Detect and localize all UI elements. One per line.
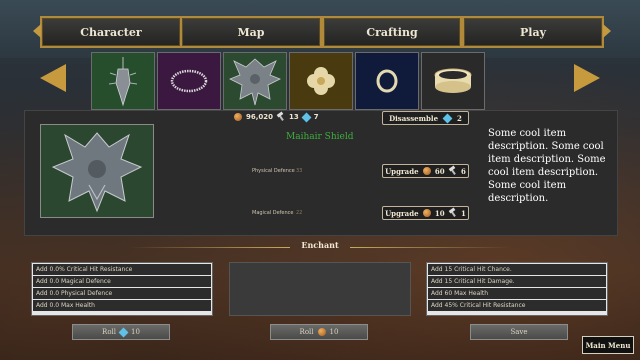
item-slot-amulet[interactable] — [91, 52, 155, 110]
gem-icon — [442, 113, 453, 123]
previous-items-arrow[interactable] — [40, 64, 66, 92]
upgrade-gold-cost: 10 — [434, 208, 445, 218]
list-item[interactable]: Add 45% Critical Hit Resistance — [428, 300, 606, 311]
resource-bar: 96,020 13 7 — [234, 112, 319, 122]
bead-necklace-icon — [170, 69, 208, 93]
tab-ornament-icon — [33, 24, 41, 38]
physical-defence-value: 33 — [296, 168, 303, 174]
list-item[interactable]: Add 15 Critical Hit Chance. — [428, 264, 606, 275]
next-items-arrow[interactable] — [574, 64, 600, 92]
upgrade-magical-button[interactable]: Upgrade 10 1 — [382, 206, 469, 220]
list-item[interactable]: Add 0.0 Magical Defence — [33, 276, 211, 287]
main-menu-button[interactable]: Main Menu — [582, 336, 634, 354]
item-preview-image — [40, 124, 154, 218]
item-slot-bracelet[interactable] — [421, 52, 485, 110]
upgrade-hammer-cost: 1 — [460, 208, 466, 218]
roll-gem-button[interactable]: Roll 10 — [72, 324, 170, 340]
tab-crafting-label: Crafting — [366, 25, 418, 39]
list-item[interactable]: Add 0.0 Max Health — [33, 300, 211, 311]
dragon-shield-icon — [51, 132, 143, 213]
gold-coin-icon — [317, 328, 326, 336]
list-item[interactable]: Add 0.0 Physical Defence — [33, 288, 211, 299]
new-enchant-list: Add 15 Critical Hit Chance. Add 15 Criti… — [426, 262, 608, 316]
gem-icon — [301, 112, 312, 122]
gold-flower-icon — [307, 67, 335, 95]
upgrade-label: Upgrade — [385, 208, 419, 218]
tab-map[interactable]: Map — [180, 16, 322, 48]
list-item[interactable]: Add 0.0% Critical Hit Resistance — [33, 264, 211, 275]
save-button[interactable]: Save — [470, 324, 568, 340]
gold-ring-icon — [376, 69, 398, 93]
disassemble-gem-cost: 2 — [457, 113, 462, 123]
roll-gold-cost: 10 — [329, 328, 339, 336]
save-label: Save — [510, 328, 528, 336]
gold-amount: 96,020 — [246, 113, 274, 121]
item-name: Maihair Shield — [286, 132, 354, 142]
hammer-icon — [449, 167, 457, 175]
upgrade-gold-cost: 60 — [434, 166, 445, 176]
roll-label: Roll — [299, 328, 314, 336]
item-description: Some cool item description. Some cool it… — [488, 128, 606, 204]
gold-bracelet-icon — [434, 68, 472, 93]
tab-play[interactable]: Play — [462, 16, 611, 48]
gold-coin-icon — [422, 167, 431, 175]
item-slot-flower[interactable] — [289, 52, 353, 110]
upgrade-label: Upgrade — [385, 166, 419, 176]
gold-coin-icon — [234, 113, 242, 121]
list-item[interactable]: Add 60 Max Health — [428, 288, 606, 299]
upgrade-physical-button[interactable]: Upgrade 60 6 — [382, 164, 469, 178]
main-menu-label: Main Menu — [585, 340, 631, 350]
hammer-icon — [449, 209, 457, 217]
disassemble-label: Disassemble — [389, 113, 439, 123]
roll-gold-button[interactable]: Roll 10 — [270, 324, 368, 340]
tab-crafting[interactable]: Crafting — [322, 16, 462, 48]
item-slot-ring[interactable] — [355, 52, 419, 110]
dragon-shield-icon — [229, 58, 281, 106]
item-slot-shield[interactable] — [223, 52, 287, 110]
tab-character-label: Character — [80, 25, 142, 39]
spiked-amulet-icon — [108, 57, 138, 107]
enchant-divider-right — [350, 247, 510, 248]
tab-ornament-icon — [603, 24, 611, 38]
hammer-amount: 13 — [289, 113, 299, 121]
gold-coin-icon — [422, 209, 431, 217]
hammer-icon — [277, 113, 285, 121]
magical-defence-label: Magical Defence — [252, 210, 294, 216]
list-item[interactable]: Add 15 Critical Hit Damage. — [428, 276, 606, 287]
item-slot-necklace[interactable] — [157, 52, 221, 110]
tab-map-label: Map — [237, 25, 265, 39]
roll-label: Roll — [102, 328, 117, 336]
physical-defence-label: Physical Defence — [252, 168, 295, 174]
enchant-title: Enchant — [301, 240, 339, 250]
current-enchant-list: Add 0.0% Critical Hit Resistance Add 0.0… — [31, 262, 213, 316]
gem-amount: 7 — [313, 113, 319, 121]
enchant-preview-area — [229, 262, 411, 316]
tab-play-label: Play — [520, 25, 546, 39]
upgrade-hammer-cost: 6 — [460, 166, 466, 176]
roll-gem-cost: 10 — [131, 328, 140, 336]
enchant-divider-left — [130, 247, 290, 248]
magical-defence-value: 22 — [296, 210, 303, 216]
gem-icon — [118, 327, 129, 337]
tab-character[interactable]: Character — [33, 16, 182, 48]
disassemble-button[interactable]: Disassemble 2 — [382, 111, 469, 125]
